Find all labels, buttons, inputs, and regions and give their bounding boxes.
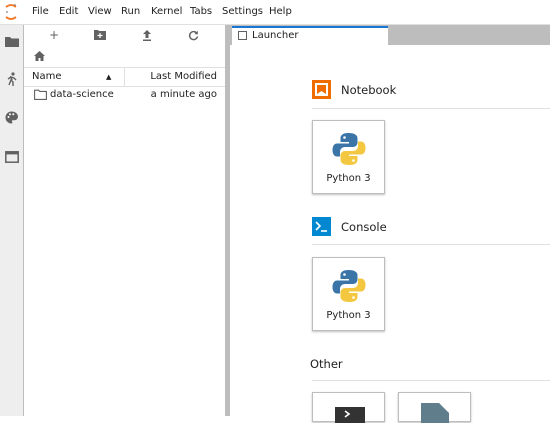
python-logo-icon bbox=[332, 270, 366, 302]
jupyter-logo-icon bbox=[5, 4, 17, 20]
section-divider bbox=[312, 244, 550, 245]
folder-icon bbox=[34, 89, 47, 100]
menu-settings[interactable]: Settings bbox=[222, 6, 263, 17]
menu-tabs[interactable]: Tabs bbox=[190, 6, 212, 17]
tab-label: Launcher bbox=[252, 30, 299, 41]
menu-edit[interactable]: Edit bbox=[59, 6, 78, 17]
section-divider bbox=[312, 380, 550, 381]
folder-icon[interactable] bbox=[3, 33, 20, 50]
menu-bar: File Edit View Run Kernel Tabs Settings … bbox=[0, 0, 550, 25]
sort-ascending-icon: ▲ bbox=[106, 73, 112, 81]
tab-launcher[interactable]: Launcher bbox=[232, 26, 388, 45]
console-python3-card[interactable]: Python 3 bbox=[312, 257, 385, 331]
tab-bar: Launcher bbox=[230, 25, 550, 45]
card-label: Python 3 bbox=[326, 310, 371, 321]
menu-help[interactable]: Help bbox=[269, 6, 292, 17]
terminal-card[interactable] bbox=[312, 392, 385, 423]
main-area: Launcher Notebook Python 3 Console Pytho… bbox=[230, 25, 550, 423]
notebook-python3-card[interactable]: Python 3 bbox=[312, 120, 385, 194]
menu-run[interactable]: Run bbox=[121, 6, 140, 17]
upload-button[interactable] bbox=[137, 28, 157, 42]
menu-view[interactable]: View bbox=[88, 6, 112, 17]
column-divider bbox=[124, 68, 125, 86]
file-name: data-science bbox=[50, 89, 114, 100]
home-icon[interactable] bbox=[34, 51, 46, 63]
file-browser: + Name ▲ Last Modified data-science a mi… bbox=[24, 25, 225, 416]
name-column-header[interactable]: Name bbox=[32, 71, 62, 82]
section-divider bbox=[312, 108, 550, 109]
terminal-icon bbox=[335, 407, 365, 423]
card-label: Python 3 bbox=[326, 173, 371, 184]
menu-file[interactable]: File bbox=[32, 6, 49, 17]
text-file-card[interactable] bbox=[398, 392, 471, 423]
new-folder-button[interactable] bbox=[90, 28, 110, 42]
refresh-button[interactable] bbox=[183, 28, 203, 42]
launcher-icon bbox=[238, 31, 247, 40]
tabs-icon[interactable] bbox=[3, 148, 20, 165]
text-file-icon bbox=[421, 403, 449, 423]
other-section-title: Other bbox=[310, 357, 343, 371]
notebook-icon bbox=[312, 80, 331, 99]
file-list-header: Name ▲ Last Modified bbox=[24, 67, 225, 87]
palette-icon[interactable] bbox=[3, 109, 20, 126]
console-section-title: Console bbox=[341, 220, 387, 234]
python-logo-icon bbox=[332, 133, 366, 165]
file-modified: a minute ago bbox=[150, 89, 217, 100]
running-icon[interactable] bbox=[3, 70, 20, 87]
menu-kernel[interactable]: Kernel bbox=[151, 6, 182, 17]
console-icon bbox=[312, 217, 331, 236]
left-sidebar bbox=[0, 25, 24, 416]
new-launcher-button[interactable]: + bbox=[44, 28, 64, 42]
modified-column-header[interactable]: Last Modified bbox=[150, 71, 217, 82]
notebook-section-title: Notebook bbox=[341, 83, 397, 97]
file-list-item[interactable]: data-science a minute ago bbox=[24, 87, 225, 105]
